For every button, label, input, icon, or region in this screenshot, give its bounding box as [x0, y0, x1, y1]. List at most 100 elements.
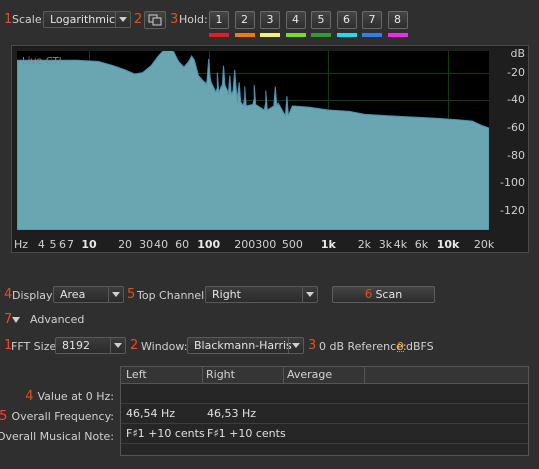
cell-left: 46,54 Hz — [126, 407, 176, 420]
hold-color-4 — [285, 33, 306, 37]
x-tick-label: 5 — [49, 238, 57, 251]
marker-top-channel: 5 — [127, 287, 136, 302]
header-average: Average — [287, 368, 333, 381]
table-row: 46,54 Hz 46,53 Hz — [121, 404, 528, 424]
overlay-label: Live CTI — [22, 56, 62, 67]
hold-color-6 — [336, 33, 357, 37]
chevron-down-icon — [115, 12, 130, 27]
top-channel-label: Top Channel: — [137, 289, 208, 302]
hold-button-8[interactable]: 8 — [387, 11, 408, 29]
window-label: Window: — [141, 340, 188, 353]
triangle-down-icon[interactable] — [12, 317, 20, 323]
y-tick-label: -40 — [507, 93, 525, 107]
fft-size-value: 8192 — [62, 339, 90, 352]
hold-button-2[interactable]: 2 — [234, 11, 255, 29]
row-label-overall-musical-note: 6Overall Musical Note: — [0, 430, 114, 443]
y-tick-label: -20 — [507, 65, 525, 79]
marker-hold: 3 — [170, 12, 179, 27]
scan-button[interactable]: 6 Scan — [332, 286, 435, 303]
x-tick-label: 30 — [139, 238, 154, 251]
spectrum-plot[interactable]: Live CTI — [17, 51, 489, 230]
x-tick-label: 3k — [378, 238, 393, 251]
hold-color-5 — [311, 33, 331, 37]
hold-button-5[interactable]: 5 — [311, 11, 331, 29]
x-tick-label: 500 — [281, 238, 303, 251]
x-tick-label: 4 — [37, 238, 45, 251]
x-tick-label: 6k — [414, 238, 429, 251]
spectrum-panel: Live CTI dB -20 -40 -60 -80 -100 -120 Hz 4567… — [11, 45, 529, 253]
marker-copy: 2 — [134, 12, 143, 27]
advanced-toggle[interactable]: Advanced — [30, 313, 84, 326]
marker-window: 2 — [130, 338, 139, 353]
x-tick-label: 6 — [58, 238, 66, 251]
x-tick-label: 200 — [234, 238, 256, 251]
x-unit-label: Hz — [14, 238, 29, 251]
reference-label: 0 dB Reference: — [319, 340, 407, 353]
hold-color-3 — [260, 33, 280, 37]
x-tick-label: 10 — [81, 238, 97, 251]
x-tick-label: 2k — [357, 238, 372, 251]
spectrum-area — [17, 51, 489, 230]
display-dropdown[interactable]: Area — [53, 286, 124, 303]
header-left: Left — [126, 368, 147, 381]
fft-size-label: FFT Size: — [11, 340, 60, 353]
window-value: Blackmann-Harris — [194, 339, 292, 352]
chevron-down-icon — [288, 338, 303, 353]
spectrum-fill — [17, 51, 489, 230]
x-tick-label: 40 — [154, 238, 169, 251]
row-label-value-at-0hz: 4 Value at 0 Hz: — [25, 389, 114, 404]
table-header: Left Right Average — [121, 367, 528, 384]
table-row — [121, 384, 528, 404]
reference-unit: dBFS — [406, 340, 434, 353]
hold-color-2 — [234, 33, 255, 37]
scale-dropdown[interactable]: Logarithmic — [43, 11, 131, 28]
copy-icon — [148, 14, 162, 26]
display-value: Area — [60, 288, 86, 301]
x-tick-label: 100 — [197, 238, 221, 251]
scale-value: Logarithmic — [50, 13, 116, 26]
top-channel-dropdown[interactable]: Right — [205, 286, 318, 303]
y-tick-label: -60 — [507, 121, 525, 135]
x-tick-label: 4k — [393, 238, 408, 251]
scale-label: Scale: — [12, 13, 46, 26]
y-unit-label: dB — [510, 47, 525, 60]
x-tick-label: 60 — [175, 238, 190, 251]
fft-size-dropdown[interactable]: 8192 — [55, 337, 126, 354]
hold-color-7 — [362, 33, 382, 37]
row-label-overall-frequency: 5 Overall Frequency: — [0, 409, 114, 424]
hold-button-1[interactable]: 1 — [209, 11, 229, 29]
x-tick-label: 300 — [255, 238, 277, 251]
marker-scan: 6 — [364, 287, 373, 301]
table-row: F♯1 +10 cents F♯1 +10 cents — [121, 424, 528, 444]
x-tick-label: 1k — [320, 238, 336, 251]
cell-right: 46,53 Hz — [207, 407, 257, 420]
x-tick-label: 7 — [67, 238, 74, 251]
y-tick-label: -120 — [500, 204, 525, 218]
hold-button-7[interactable]: 7 — [362, 11, 382, 29]
analysis-table: Left Right Average 46,54 Hz 46,53 Hz F♯1… — [120, 366, 529, 456]
hold-label: Hold: — [179, 13, 208, 26]
x-tick-label: 10k — [436, 238, 460, 251]
marker-ref: 3 — [308, 338, 317, 353]
y-tick-label: -80 — [507, 148, 525, 162]
copy-to-clipboard-button[interactable] — [144, 11, 166, 29]
top-channel-value: Right — [212, 288, 241, 301]
scan-label: Scan — [375, 288, 403, 301]
hold-button-3[interactable]: 3 — [260, 11, 280, 29]
hold-color-8 — [387, 33, 408, 37]
hold-color-1 — [209, 33, 229, 37]
chevron-down-icon — [302, 287, 317, 302]
window-dropdown[interactable]: Blackmann-Harris — [187, 337, 304, 354]
header-right: Right — [206, 368, 235, 381]
chevron-down-icon — [108, 287, 123, 302]
x-tick-label: 20k — [473, 238, 495, 251]
reference-value[interactable]: 0 — [397, 340, 404, 353]
display-label: Display: — [12, 289, 56, 302]
hold-button-6[interactable]: 6 — [336, 11, 357, 29]
chevron-down-icon — [110, 338, 125, 353]
cell-right: F♯1 +10 cents — [207, 427, 286, 440]
cell-left: F♯1 +10 cents — [126, 427, 205, 440]
hold-button-4[interactable]: 4 — [285, 11, 306, 29]
x-tick-label: 20 — [118, 238, 133, 251]
y-tick-label: -100 — [500, 176, 525, 190]
